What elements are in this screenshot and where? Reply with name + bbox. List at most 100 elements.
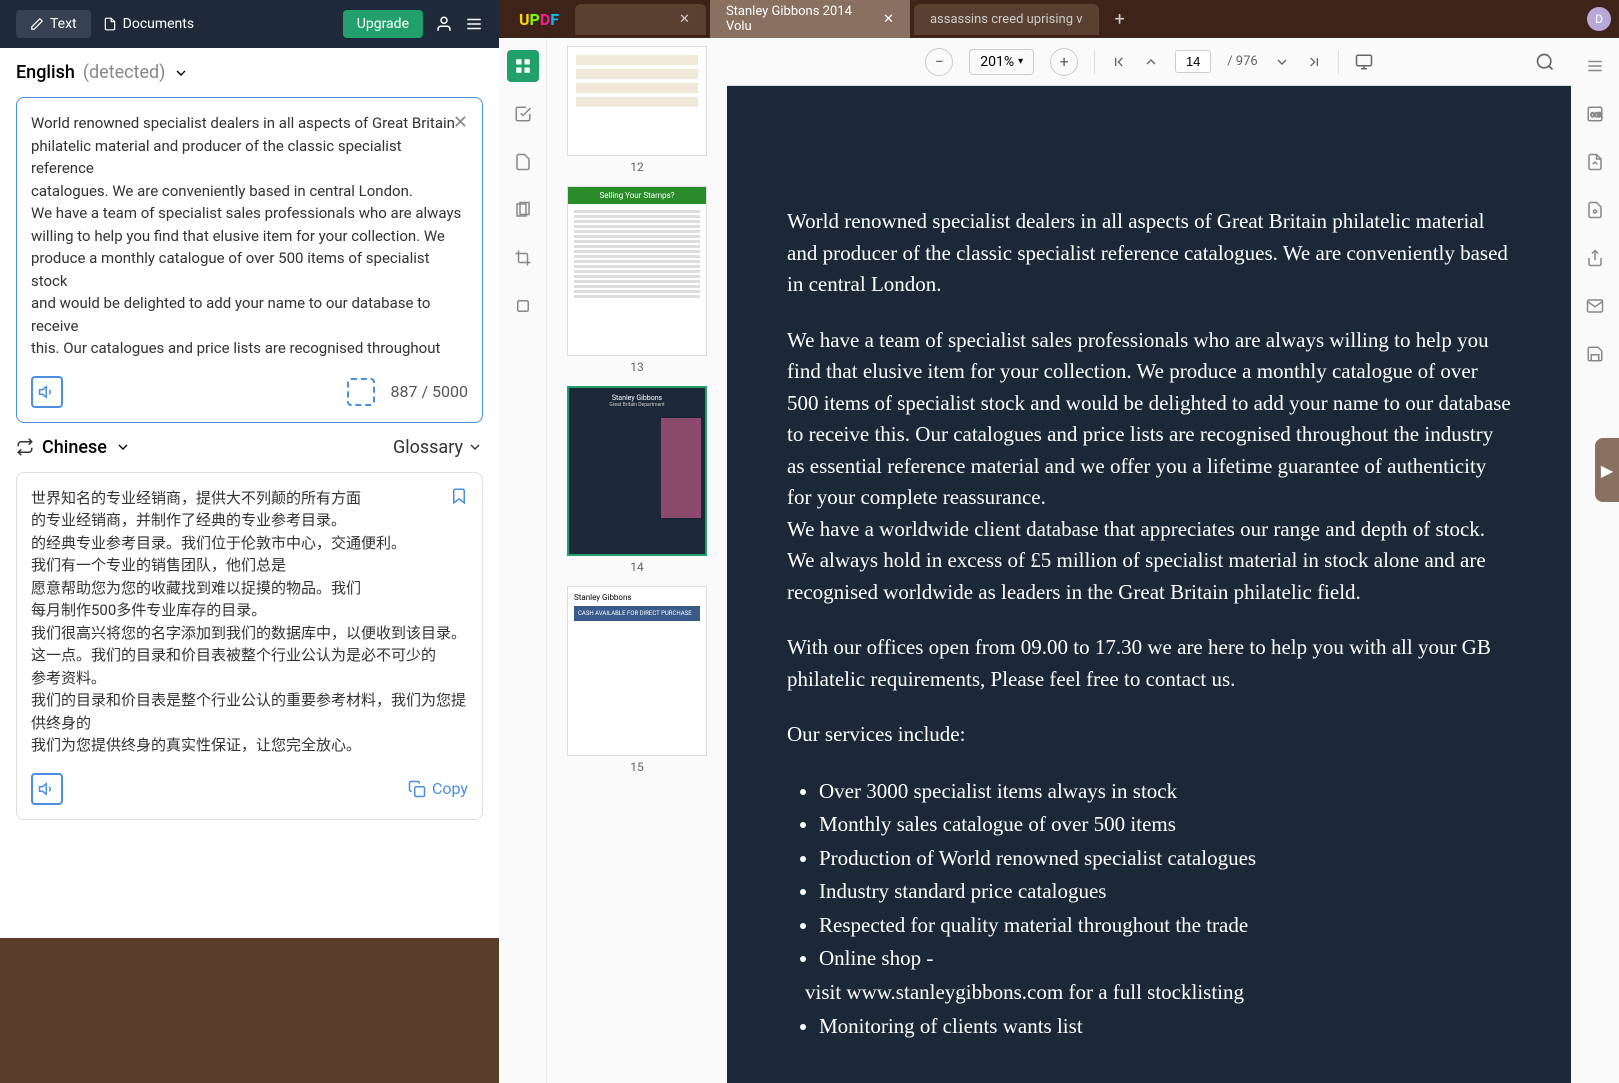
chevron-down-icon: [173, 65, 189, 81]
save-tool[interactable]: [1579, 338, 1611, 370]
zoom-value: 201%: [980, 54, 1014, 70]
glossary-button[interactable]: Glossary: [393, 437, 483, 458]
source-language-selector[interactable]: English (detected): [0, 48, 499, 97]
zoom-level-selector[interactable]: 201% ▾: [969, 49, 1034, 75]
search-button[interactable]: [1535, 52, 1555, 72]
translator-header: Text Documents Upgrade: [0, 0, 499, 48]
speaker-icon: [38, 383, 56, 401]
email-tool[interactable]: [1579, 290, 1611, 322]
prev-page-button[interactable]: [1143, 54, 1159, 70]
translator-panel: Text Documents Upgrade English (detected…: [0, 0, 499, 938]
upgrade-button[interactable]: Upgrade: [343, 10, 423, 38]
close-icon[interactable]: ✕: [679, 12, 690, 27]
svg-text:OCR: OCR: [1591, 112, 1603, 119]
note-icon: [514, 153, 532, 171]
next-page-button[interactable]: [1274, 54, 1290, 70]
export-tool[interactable]: [1579, 146, 1611, 178]
export-icon: [1586, 153, 1604, 171]
first-page-button[interactable]: [1111, 54, 1127, 70]
speaker-button[interactable]: [31, 376, 63, 408]
glossary-label: Glossary: [393, 437, 463, 458]
list-item: Online shop -: [819, 942, 1511, 976]
output-text-content: 世界知名的专业经销商，提供大不列颠的所有方面 的专业经销商，并制作了经典的专业参…: [31, 487, 468, 757]
thumbnail-12[interactable]: 12: [555, 46, 719, 174]
ocr-tool[interactable]: OCR: [1579, 98, 1611, 130]
save-icon: [1586, 345, 1604, 363]
bookmark-icon: [450, 487, 468, 505]
output-speaker-button[interactable]: [31, 773, 63, 805]
pdf-page-view[interactable]: World renowned specialist dealers in all…: [727, 86, 1571, 1083]
list-item: visit www.stanleygibbons.com for a full …: [805, 976, 1511, 1010]
text-tab-button[interactable]: Text: [16, 10, 91, 38]
source-text-box[interactable]: ✕ World renowned specialist dealers in a…: [16, 97, 483, 423]
tab-label: assassins creed uprising v: [930, 12, 1083, 27]
scan-button[interactable]: [347, 378, 375, 406]
copy-icon: [408, 780, 426, 798]
ocr-icon: OCR: [1586, 105, 1604, 123]
list-item: Monitoring of clients wants list: [819, 1010, 1511, 1044]
source-language-label: English: [16, 62, 75, 83]
documents-tab-button[interactable]: Documents: [103, 16, 194, 32]
layout-tool[interactable]: [1579, 50, 1611, 82]
app-logo: UPDF: [507, 10, 571, 29]
thumbnail-15[interactable]: Stanley GibbonsCASH AVAILABLE FOR DIRECT…: [555, 586, 719, 774]
separator: [1338, 50, 1339, 74]
thumb-number: 15: [555, 760, 719, 774]
crop-tool[interactable]: [507, 242, 539, 274]
avatar[interactable]: D: [1587, 7, 1611, 31]
present-button[interactable]: [1355, 53, 1373, 71]
stamp-tool[interactable]: [507, 290, 539, 322]
add-tab-button[interactable]: +: [1103, 9, 1137, 30]
tab-assassins-creed[interactable]: assassins creed uprising v: [914, 4, 1099, 35]
page-total: / 976: [1227, 54, 1258, 69]
tabs-bar: UPDF ✕ Stanley Gibbons 2014 Volu ✕ assas…: [499, 0, 1619, 38]
protect-tool[interactable]: [1579, 194, 1611, 226]
source-text-content[interactable]: World renowned specialist dealers in all…: [31, 112, 468, 360]
text-tab-label: Text: [50, 16, 77, 32]
note-tool[interactable]: [507, 146, 539, 178]
chevron-down-icon: [115, 439, 131, 455]
zoom-out-button[interactable]: −: [925, 48, 953, 76]
documents-tab-label: Documents: [123, 16, 194, 32]
detected-label: (detected): [83, 62, 166, 83]
user-icon[interactable]: [435, 15, 453, 33]
target-language-label[interactable]: Chinese: [42, 437, 107, 458]
last-page-button[interactable]: [1306, 54, 1322, 70]
mail-icon: [1586, 297, 1604, 315]
list-item: Monthly sales catalogue of over 500 item…: [819, 808, 1511, 842]
expand-handle[interactable]: ▶: [1595, 438, 1619, 502]
zoom-in-button[interactable]: +: [1050, 48, 1078, 76]
chevron-down-icon: [467, 439, 483, 455]
tab-label: Stanley Gibbons 2014 Volu: [726, 4, 875, 34]
menu-icon[interactable]: [465, 15, 483, 33]
share-tool[interactable]: [1579, 242, 1611, 274]
speaker-icon: [38, 780, 56, 798]
right-toolbar: OCR: [1571, 38, 1619, 1083]
pdf-toolbar: − 201% ▾ + / 976: [727, 38, 1571, 86]
list-item: Respected for quality material throughou…: [819, 909, 1511, 943]
page-bullet-list: Over 3000 specialist items always in sto…: [787, 775, 1511, 1044]
clear-text-button[interactable]: ✕: [453, 112, 468, 133]
output-footer: Copy: [31, 773, 468, 805]
document-icon: [103, 17, 117, 31]
swap-icon[interactable]: [16, 438, 34, 456]
bookmark-button[interactable]: [450, 487, 468, 509]
thumbnails-tool[interactable]: [507, 50, 539, 82]
thumbnail-panel[interactable]: 12 Selling Your Stamps? 13 Stanley Gibbo…: [547, 38, 727, 1083]
thumbnail-14[interactable]: Stanley GibbonsGreat Britain Department …: [555, 386, 719, 574]
character-count: 887 / 5000: [391, 382, 468, 401]
chevron-down-icon: ▾: [1018, 56, 1023, 67]
list-item: Production of World renowned specialist …: [819, 842, 1511, 876]
target-language-row: Chinese Glossary: [0, 423, 499, 472]
copy-button[interactable]: Copy: [408, 779, 468, 798]
pages-icon: [514, 201, 532, 219]
tab-stanley-gibbons[interactable]: Stanley Gibbons 2014 Volu ✕: [710, 0, 910, 42]
highlight-tool[interactable]: [507, 98, 539, 130]
pages-tool[interactable]: [507, 194, 539, 226]
tab-blank[interactable]: ✕: [575, 4, 706, 35]
page-number-input[interactable]: [1175, 50, 1211, 73]
marker-icon: [514, 105, 532, 123]
close-icon[interactable]: ✕: [883, 12, 894, 27]
thumbnail-13[interactable]: Selling Your Stamps? 13: [555, 186, 719, 374]
left-toolbar: [499, 38, 547, 1083]
